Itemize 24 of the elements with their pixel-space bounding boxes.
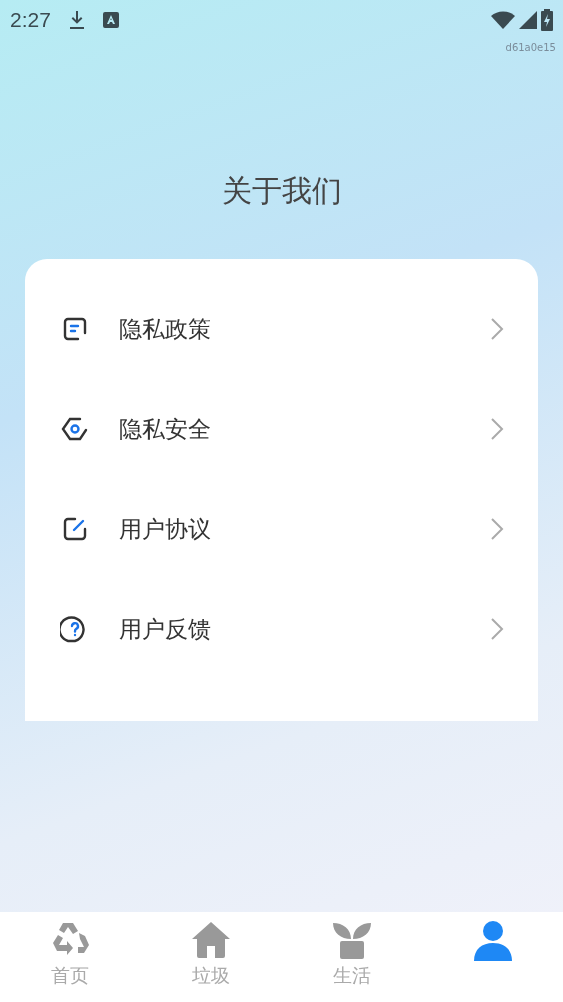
chevron-right-icon (490, 617, 504, 641)
app-notification-icon (102, 12, 119, 28)
menu-label: 隐私政策 (119, 314, 211, 344)
chevron-right-icon (490, 417, 504, 441)
menu-item[interactable]: 隐私安全 (25, 379, 538, 479)
user-icon (471, 919, 514, 961)
edit-icon (61, 515, 89, 543)
status-time: 2:27 (10, 7, 51, 34)
chevron-right-icon (490, 517, 504, 541)
download-icon (68, 10, 85, 30)
menu-label: 隐私安全 (119, 414, 211, 444)
menu-item[interactable]: 隐私政策 (25, 279, 538, 379)
signal-icon (519, 11, 537, 29)
battery-icon (541, 9, 553, 31)
hexagon-icon (60, 415, 90, 443)
menu-label: 用户协议 (119, 514, 211, 544)
menu-label: 用户反馈 (119, 614, 211, 644)
page-title: 关于我们 (221, 172, 342, 210)
menu-item[interactable]: 用户反馈 (25, 579, 538, 679)
wifi-icon (491, 11, 515, 29)
menu-item[interactable]: 用户协议 (25, 479, 538, 579)
build-id: d61a0e15 (505, 41, 556, 55)
chevron-right-icon (490, 317, 504, 341)
document-icon (61, 315, 89, 343)
